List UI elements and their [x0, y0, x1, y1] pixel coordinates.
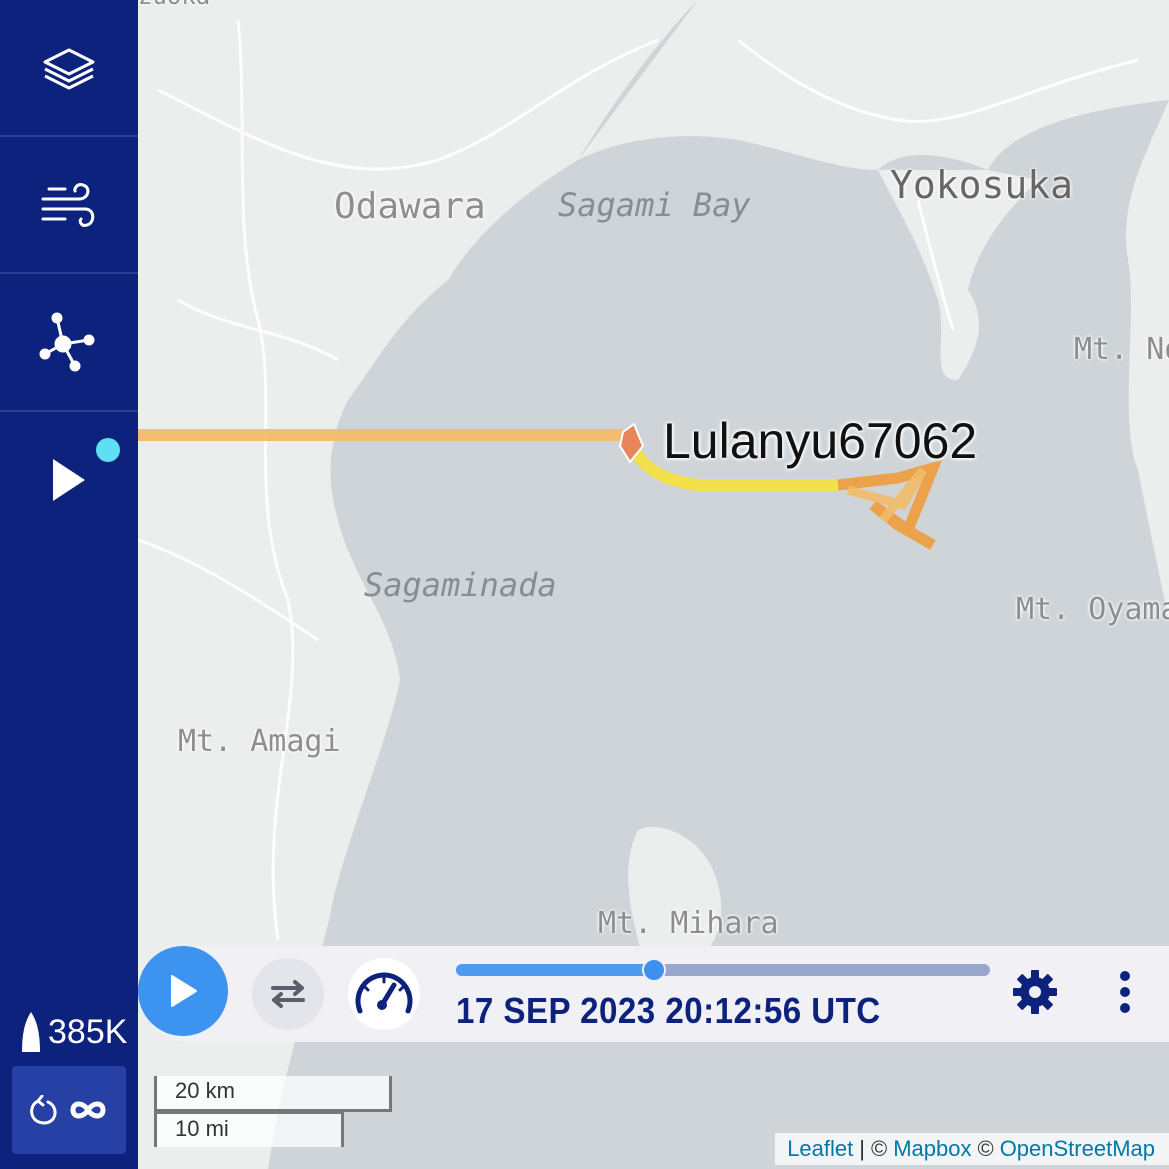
- copyright-symbol: ©: [977, 1136, 994, 1161]
- vessel-count: 385K: [20, 1010, 127, 1054]
- network-icon: [39, 312, 95, 371]
- settings-button[interactable]: [1008, 966, 1062, 1018]
- play-icon: [53, 458, 85, 501]
- loop-button[interactable]: [12, 1066, 126, 1154]
- sidebar: 385K: [0, 0, 138, 1169]
- swap-arrows-icon: [271, 980, 305, 1008]
- label-mt-oyama: Mt. Oyama: [1016, 592, 1169, 627]
- playback-mode-button[interactable]: [0, 412, 138, 547]
- scale-km: 20 km: [154, 1076, 392, 1112]
- attribution-separator: |: [859, 1136, 865, 1161]
- label-mt-mihara: Mt. Mihara: [598, 906, 779, 941]
- refresh-icon: [30, 1095, 57, 1125]
- speedometer-icon: [355, 972, 413, 1014]
- label-mt-amagi: Mt. Amagi: [178, 724, 341, 759]
- label-yokosuka: Yokosuka: [890, 163, 1074, 207]
- label-odawara: Odawara: [334, 186, 486, 227]
- more-vertical-icon: [1120, 971, 1130, 1013]
- label-zuoka: zuoka: [138, 0, 210, 10]
- label-sagami-bay: Sagami Bay: [558, 186, 751, 224]
- leaflet-link[interactable]: Leaflet: [787, 1133, 853, 1165]
- infinity-icon: [70, 1101, 106, 1119]
- vessel-name-label[interactable]: Lulanyu67062: [663, 412, 977, 470]
- more-options-button[interactable]: [1110, 966, 1140, 1018]
- gear-icon: [1013, 970, 1057, 1014]
- play-button[interactable]: [138, 946, 228, 1036]
- vessel-icon: [22, 1012, 40, 1052]
- network-button[interactable]: [0, 274, 138, 409]
- layers-button[interactable]: [0, 0, 138, 135]
- layers-icon: [43, 48, 95, 89]
- label-sagaminada: Sagaminada: [364, 566, 557, 604]
- wind-icon: [41, 182, 95, 227]
- weather-button[interactable]: [0, 137, 138, 272]
- vessel-count-value: 385K: [48, 1012, 128, 1051]
- timeline-thumb[interactable]: [641, 958, 666, 982]
- speed-button[interactable]: [348, 958, 420, 1030]
- openstreetmap-link[interactable]: OpenStreetMap: [1000, 1133, 1155, 1165]
- notification-dot: [96, 438, 120, 462]
- mapbox-link[interactable]: Mapbox: [893, 1133, 971, 1165]
- scale-mi: 10 mi: [154, 1111, 344, 1147]
- playback-datetime: 17 SEP 2023 20:12:56 UTC: [456, 990, 881, 1031]
- play-icon: [171, 975, 197, 1007]
- timeline-progress: [456, 964, 654, 976]
- label-mt-no: Mt. No: [1074, 332, 1169, 367]
- timeline-slider[interactable]: [456, 958, 990, 982]
- swap-button[interactable]: [252, 958, 324, 1030]
- copyright-symbol: ©: [870, 1136, 888, 1161]
- map-attribution: Leaflet | © Mapbox © OpenStreetMap: [775, 1133, 1169, 1165]
